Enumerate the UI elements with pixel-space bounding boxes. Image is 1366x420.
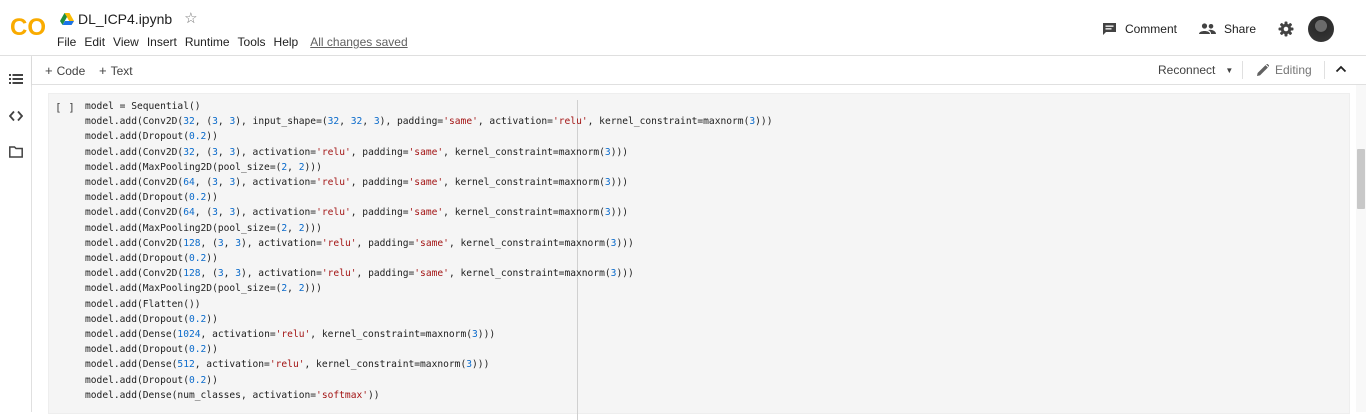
notebook-header: CO DL_ICP4.ipynb ☆ File Edit View Insert… bbox=[0, 0, 1366, 56]
plus-icon: + bbox=[99, 63, 107, 78]
code-line[interactable]: model.add(Dense(512, activation='relu', … bbox=[85, 359, 489, 370]
comment-icon bbox=[1102, 23, 1116, 35]
colab-logo[interactable]: CO bbox=[10, 12, 46, 40]
chevron-up-icon[interactable] bbox=[1335, 63, 1347, 75]
menu-tools[interactable]: Tools bbox=[238, 35, 266, 49]
code-line[interactable]: model.add(Dropout(0.2)) bbox=[85, 253, 218, 264]
add-code-button[interactable]: + Code bbox=[45, 63, 85, 78]
notebook-title[interactable]: DL_ICP4.ipynb bbox=[78, 11, 172, 27]
code-line[interactable]: model.add(Dropout(0.2)) bbox=[85, 314, 218, 325]
code-line[interactable]: model.add(Conv2D(64, (3, 3), activation=… bbox=[85, 207, 628, 218]
save-status-link[interactable]: All changes saved bbox=[310, 35, 407, 49]
divider bbox=[1242, 61, 1243, 79]
code-line[interactable]: model.add(Conv2D(32, (3, 3), input_shape… bbox=[85, 116, 772, 127]
code-line[interactable]: model.add(MaxPooling2D(pool_size=(2, 2))… bbox=[85, 283, 322, 294]
menu-runtime[interactable]: Runtime bbox=[185, 35, 230, 49]
code-line[interactable]: model.add(Flatten()) bbox=[85, 299, 201, 310]
comment-button[interactable]: Comment bbox=[1102, 22, 1177, 36]
avatar[interactable] bbox=[1308, 16, 1334, 42]
menu-edit[interactable]: Edit bbox=[84, 35, 105, 49]
run-cell-button[interactable]: [ ] bbox=[55, 101, 75, 114]
code-snippets-icon[interactable] bbox=[9, 109, 23, 123]
menu-view[interactable]: View bbox=[113, 35, 139, 49]
plus-icon: + bbox=[45, 63, 53, 78]
svg-text:CO: CO bbox=[10, 14, 46, 40]
code-line[interactable]: model.add(Dense(1024, activation='relu',… bbox=[85, 329, 495, 340]
menu-bar: File Edit View Insert Runtime Tools Help… bbox=[57, 35, 416, 49]
star-icon[interactable]: ☆ bbox=[184, 11, 197, 26]
share-label: Share bbox=[1223, 22, 1256, 36]
code-line[interactable]: model.add(Dropout(0.2)) bbox=[85, 375, 218, 386]
notebook-main: [ ] model = Sequential() model.add(Conv2… bbox=[32, 85, 1356, 420]
comment-label: Comment bbox=[1124, 22, 1177, 36]
code-line[interactable]: model.add(MaxPooling2D(pool_size=(2, 2))… bbox=[85, 162, 322, 173]
left-sidebar bbox=[0, 56, 32, 412]
code-line[interactable]: model.add(Dropout(0.2)) bbox=[85, 192, 218, 203]
editing-mode-button[interactable]: Editing bbox=[1257, 63, 1312, 77]
reconnect-button[interactable]: Reconnect ▼ bbox=[1158, 63, 1233, 77]
code-line[interactable]: model.add(Dropout(0.2)) bbox=[85, 344, 218, 355]
share-button[interactable]: Share bbox=[1198, 22, 1256, 36]
people-icon bbox=[1198, 23, 1216, 34]
code-line[interactable]: model.add(Dropout(0.2)) bbox=[85, 131, 218, 142]
google-drive-icon bbox=[60, 13, 74, 25]
code-editor[interactable]: model = Sequential() model.add(Conv2D(32… bbox=[85, 99, 772, 403]
code-line[interactable]: model.add(Conv2D(64, (3, 3), activation=… bbox=[85, 177, 628, 188]
gear-icon[interactable] bbox=[1278, 21, 1294, 37]
menu-insert[interactable]: Insert bbox=[147, 35, 177, 49]
divider bbox=[1324, 61, 1325, 79]
vertical-scrollbar[interactable] bbox=[1356, 85, 1366, 412]
code-cell[interactable]: [ ] model = Sequential() model.add(Conv2… bbox=[48, 93, 1350, 420]
editing-label: Editing bbox=[1275, 63, 1312, 77]
files-icon[interactable] bbox=[9, 145, 23, 159]
table-of-contents-icon[interactable] bbox=[9, 72, 23, 86]
scrollbar-thumb[interactable] bbox=[1357, 149, 1365, 209]
code-line[interactable]: model.add(Dense(num_classes, activation=… bbox=[85, 390, 380, 401]
reconnect-label: Reconnect bbox=[1158, 63, 1216, 77]
code-line[interactable]: model.add(Conv2D(32, (3, 3), activation=… bbox=[85, 147, 628, 158]
code-line[interactable]: model.add(MaxPooling2D(pool_size=(2, 2))… bbox=[85, 223, 322, 234]
add-text-button[interactable]: + Text bbox=[99, 63, 133, 78]
code-line[interactable]: model.add(Conv2D(128, (3, 3), activation… bbox=[85, 238, 634, 249]
add-code-label: Code bbox=[56, 63, 86, 78]
pencil-icon bbox=[1257, 64, 1269, 76]
add-text-label: Text bbox=[110, 63, 133, 78]
notebook-toolbar: + Code + Text Reconnect ▼ Editing bbox=[32, 56, 1366, 85]
menu-file[interactable]: File bbox=[57, 35, 76, 49]
caret-down-icon[interactable]: ▼ bbox=[1225, 66, 1233, 75]
code-line[interactable]: model.add(Conv2D(128, (3, 3), activation… bbox=[85, 268, 634, 279]
code-line[interactable]: model = Sequential() bbox=[85, 101, 201, 112]
menu-help[interactable]: Help bbox=[274, 35, 299, 49]
